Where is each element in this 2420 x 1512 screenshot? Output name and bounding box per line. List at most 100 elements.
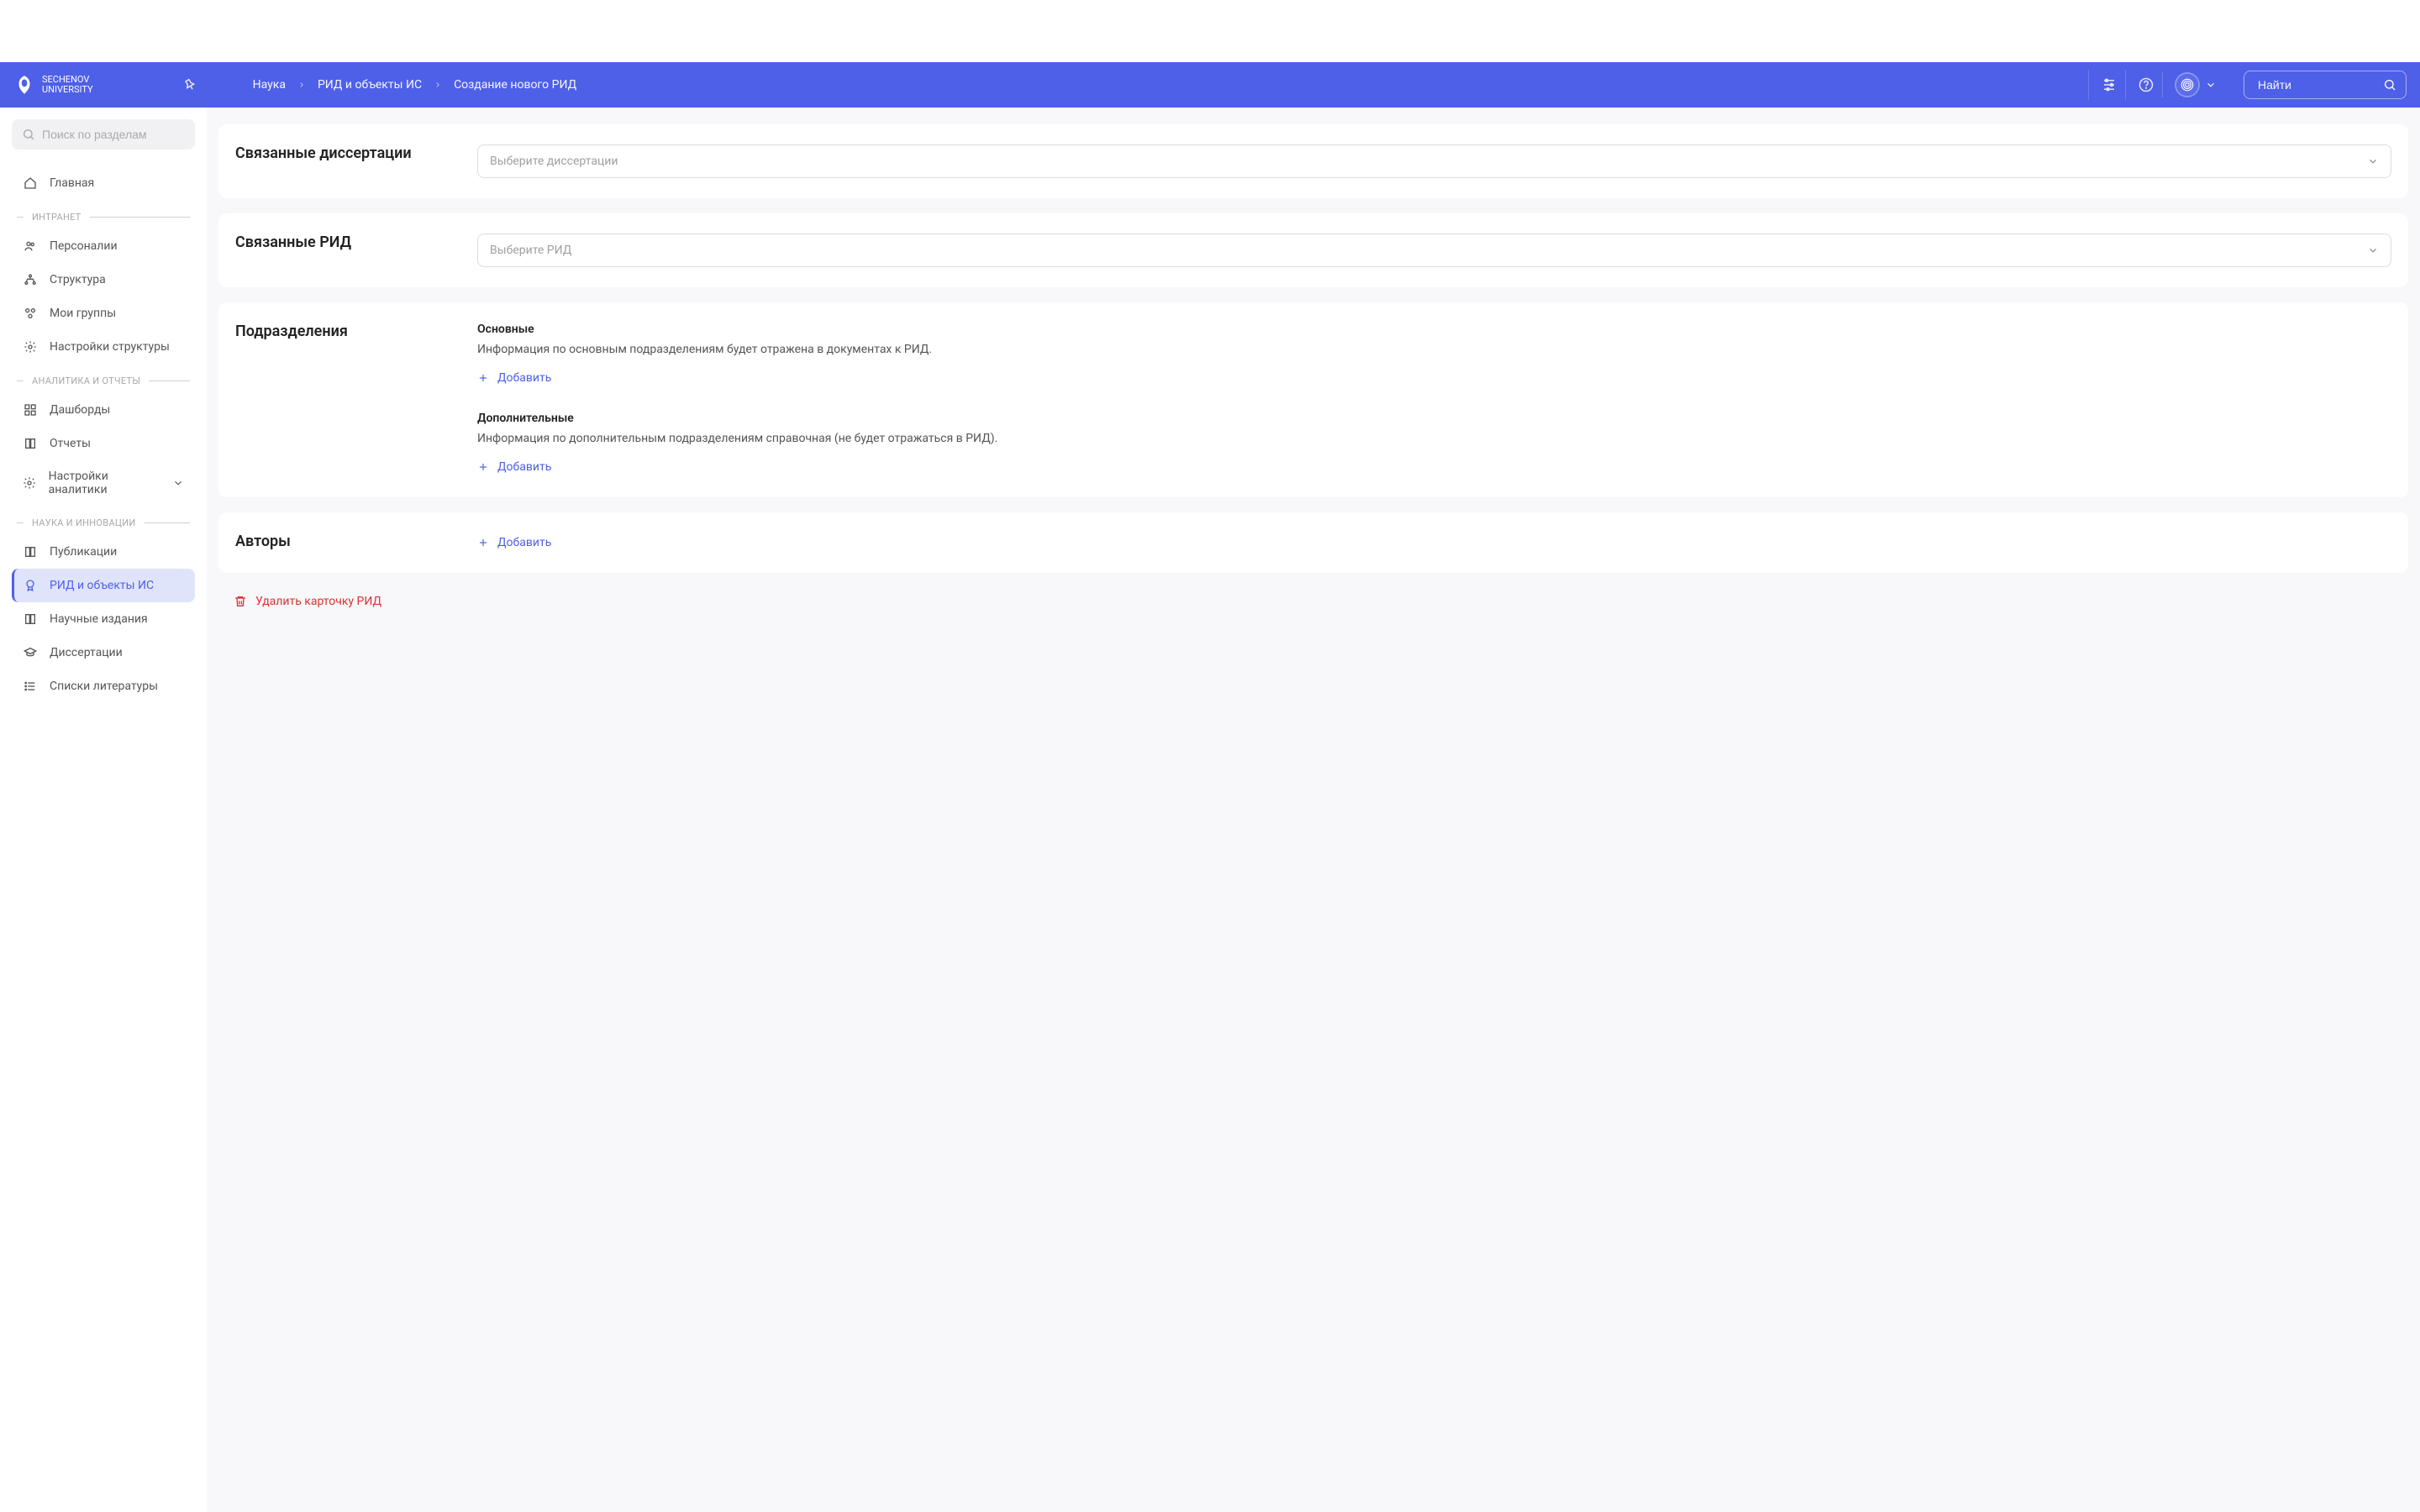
chevron-down-icon xyxy=(172,477,184,489)
sidebar-item-structure[interactable]: Структура xyxy=(12,263,195,297)
nav-label: Настройки аналитики xyxy=(49,470,160,496)
top-header: Sechenov University Наука РИД и объекты … xyxy=(0,62,2420,108)
sidebar-item-journals[interactable]: Научные издания xyxy=(12,602,195,636)
breadcrumb-item-2[interactable]: РИД и объекты ИС xyxy=(318,78,422,92)
fingerprint-icon xyxy=(2180,77,2195,92)
sitemap-icon xyxy=(24,273,37,286)
settings-sliders-button[interactable] xyxy=(2088,70,2118,100)
chevron-right-icon xyxy=(434,81,442,89)
gear-icon xyxy=(24,340,37,354)
sidebar-search[interactable] xyxy=(12,119,195,150)
main-content: Связанные диссертации Выберите диссертац… xyxy=(207,108,2420,1512)
graduation-icon xyxy=(24,646,37,659)
sidebar: Главная ИНТРАНЕТ Персоналии Структура Мо… xyxy=(0,108,207,1512)
book-icon xyxy=(24,545,37,559)
card-label: Связанные РИД xyxy=(235,234,460,251)
sidebar-item-home[interactable]: Главная xyxy=(12,166,195,200)
avatar xyxy=(2175,72,2200,97)
avatar-menu[interactable] xyxy=(2162,72,2222,97)
select-placeholder: Выберите РИД xyxy=(490,244,571,257)
sidebar-item-personnel[interactable]: Персоналии xyxy=(12,229,195,263)
dashboard-icon xyxy=(24,403,37,417)
list-icon xyxy=(24,680,37,693)
add-label: Добавить xyxy=(497,536,551,549)
delete-label: Удалить карточку РИД xyxy=(255,595,381,608)
dissertations-select[interactable]: Выберите диссертации xyxy=(477,144,2391,178)
book-icon xyxy=(24,437,37,450)
nav-label: Отчеты xyxy=(50,437,91,450)
header-right xyxy=(2088,70,2407,100)
help-icon xyxy=(2139,77,2154,92)
chevron-down-icon xyxy=(2205,79,2217,91)
sidebar-item-structure-settings[interactable]: Настройки структуры xyxy=(12,330,195,364)
sliders-icon xyxy=(2102,77,2117,92)
sidebar-section-intranet: ИНТРАНЕТ xyxy=(12,205,195,229)
nav-label: Публикации xyxy=(50,545,117,559)
nav-label: Мои группы xyxy=(50,307,116,320)
delete-card-button[interactable]: Удалить карточку РИД xyxy=(218,588,381,608)
users-icon xyxy=(24,239,37,253)
header-search[interactable] xyxy=(2244,71,2407,99)
sidebar-item-literature[interactable]: Списки литературы xyxy=(12,669,195,703)
breadcrumb-item-3: Создание нового РИД xyxy=(454,78,576,92)
home-icon xyxy=(24,176,37,190)
plus-icon xyxy=(477,372,489,384)
nav-label: Диссертации xyxy=(50,646,123,659)
plus-icon xyxy=(477,537,489,549)
nav-label: Персоналии xyxy=(50,239,118,253)
chevron-right-icon xyxy=(297,81,306,89)
nav-label: Научные издания xyxy=(50,612,148,626)
sidebar-item-publications[interactable]: Публикации xyxy=(12,535,195,569)
add-label: Добавить xyxy=(497,460,551,474)
nav-label: Списки литературы xyxy=(50,680,158,693)
sidebar-item-reports[interactable]: Отчеты xyxy=(12,427,195,460)
help-button[interactable] xyxy=(2125,70,2155,100)
pin-button[interactable] xyxy=(182,77,197,92)
sidebar-item-analytics-settings[interactable]: Настройки аналитики xyxy=(12,460,195,506)
breadcrumb-item-1[interactable]: Наука xyxy=(253,78,286,92)
departments-main: Основные Информация по основным подразде… xyxy=(477,323,2391,388)
sidebar-section-science: НАУКА И ИННОВАЦИИ xyxy=(12,511,195,535)
card-departments: Подразделения Основные Информация по осн… xyxy=(218,302,2408,497)
add-extra-department-button[interactable]: Добавить xyxy=(477,457,551,477)
breadcrumb: Наука РИД и объекты ИС Создание нового Р… xyxy=(253,78,576,92)
select-placeholder: Выберите диссертации xyxy=(490,155,618,168)
book-icon xyxy=(24,612,37,626)
departments-extra: Дополнительные Информация по дополнитель… xyxy=(477,412,2391,477)
rid-select[interactable]: Выберите РИД xyxy=(477,234,2391,267)
plus-icon xyxy=(477,461,489,473)
sub-desc: Информация по основным подразделениям бу… xyxy=(477,343,2391,356)
card-related-rid: Связанные РИД Выберите РИД xyxy=(218,213,2408,287)
card-label: Авторы xyxy=(235,533,460,550)
gear-icon xyxy=(23,476,36,490)
sidebar-section-analytics: АНАЛИТИКА И ОТЧЕТЫ xyxy=(12,369,195,393)
groups-icon xyxy=(24,307,37,320)
card-related-dissertations: Связанные диссертации Выберите диссертац… xyxy=(218,124,2408,198)
add-author-button[interactable]: Добавить xyxy=(477,533,551,553)
sidebar-item-dashboards[interactable]: Дашборды xyxy=(12,393,195,427)
card-label: Подразделения xyxy=(235,323,460,340)
search-icon xyxy=(2383,78,2396,92)
add-main-department-button[interactable]: Добавить xyxy=(477,368,551,388)
logo[interactable]: Sechenov University xyxy=(13,74,93,96)
add-label: Добавить xyxy=(497,371,551,385)
search-icon xyxy=(22,128,35,141)
nav-label: РИД и объекты ИС xyxy=(50,579,154,592)
card-authors: Авторы Добавить xyxy=(218,512,2408,573)
sidebar-item-mygroups[interactable]: Мои группы xyxy=(12,297,195,330)
logo-text: Sechenov University xyxy=(42,75,93,95)
card-label: Связанные диссертации xyxy=(235,144,460,162)
nav-label: Настройки структуры xyxy=(50,340,170,354)
sidebar-item-rid[interactable]: РИД и объекты ИС xyxy=(12,569,195,602)
sub-desc: Информация по дополнительным подразделен… xyxy=(477,432,2391,445)
chevron-down-icon xyxy=(2367,244,2379,256)
sidebar-search-input[interactable] xyxy=(42,128,185,141)
logo-icon xyxy=(13,74,35,96)
pin-icon xyxy=(182,77,197,92)
chevron-down-icon xyxy=(2367,155,2379,167)
nav-label: Структура xyxy=(50,273,106,286)
header-search-input[interactable] xyxy=(2244,71,2407,99)
sub-label: Основные xyxy=(477,323,2391,336)
sidebar-item-dissertations[interactable]: Диссертации xyxy=(12,636,195,669)
trash-icon xyxy=(234,595,247,608)
